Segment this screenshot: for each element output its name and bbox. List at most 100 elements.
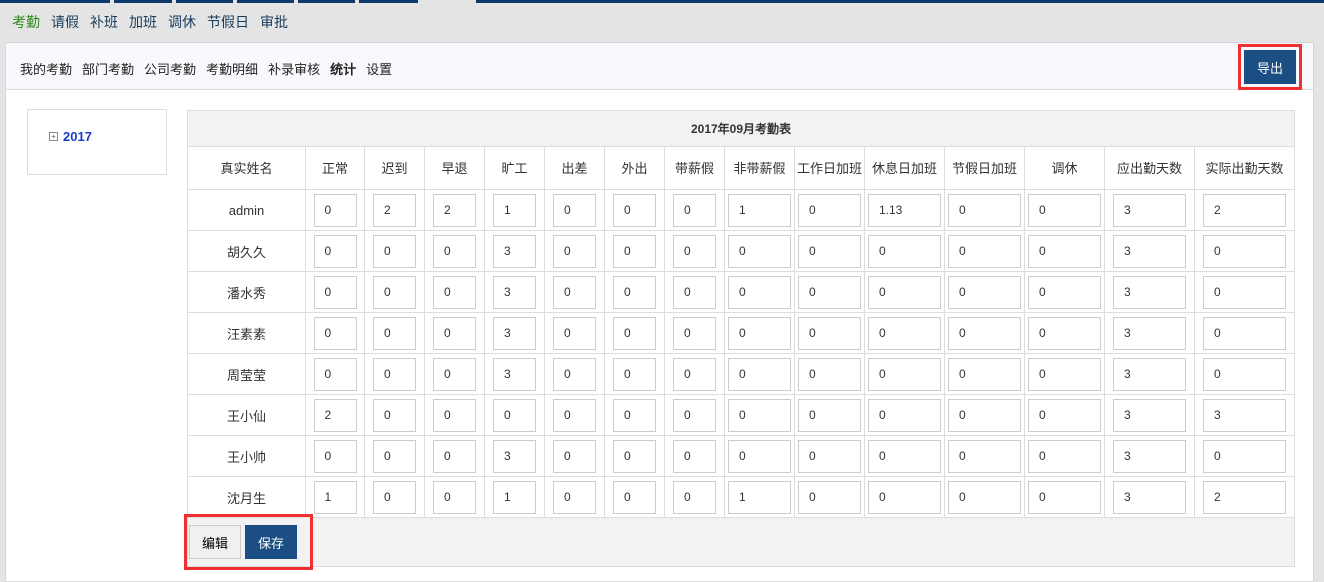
value-input[interactable]: 0 [373,357,416,391]
value-input[interactable]: 0 [1203,357,1286,391]
value-input[interactable]: 0 [433,275,476,309]
sub-nav-item-2[interactable]: 公司考勤 [144,59,196,78]
tree-node-2017[interactable]: + 2017 [49,129,92,144]
value-input[interactable]: 0 [613,480,656,514]
value-input[interactable]: 0 [798,480,861,514]
value-input[interactable]: 0 [948,193,1021,227]
value-input[interactable]: 3 [493,234,536,268]
value-input[interactable]: 0 [373,275,416,309]
value-input[interactable]: 0 [553,193,596,227]
value-input[interactable]: 0 [493,398,536,432]
value-input[interactable]: 1 [493,193,536,227]
value-input[interactable]: 0 [553,275,596,309]
value-input[interactable]: 0 [1028,357,1101,391]
value-input[interactable]: 0 [313,275,357,309]
value-input[interactable]: 0 [373,398,416,432]
value-input[interactable]: 0 [433,439,476,473]
value-input[interactable]: 0 [728,275,791,309]
top-nav-item-0[interactable]: 考勤 [12,12,40,32]
value-input[interactable]: 3 [493,439,536,473]
value-input[interactable]: 3 [1113,316,1186,350]
value-input[interactable]: 0 [1028,275,1101,309]
top-nav-item-4[interactable]: 调休 [168,12,196,32]
sub-nav-item-3[interactable]: 考勤明细 [206,59,258,78]
value-input[interactable]: 0 [1203,275,1286,309]
value-input[interactable]: 3 [1113,439,1186,473]
value-input[interactable]: 0 [553,234,596,268]
value-input[interactable]: 0 [948,439,1021,473]
value-input[interactable]: 0 [868,480,941,514]
value-input[interactable]: 0 [313,439,357,473]
value-input[interactable]: 0 [948,398,1021,432]
value-input[interactable]: 0 [868,357,941,391]
sub-nav-item-0[interactable]: 我的考勤 [20,59,72,78]
value-input[interactable]: 0 [613,439,656,473]
sub-nav-item-5[interactable]: 统计 [330,59,356,78]
value-input[interactable]: 0 [948,234,1021,268]
value-input[interactable]: 3 [1113,480,1186,514]
value-input[interactable]: 0 [433,316,476,350]
value-input[interactable]: 3 [1113,398,1186,432]
value-input[interactable]: 3 [493,357,536,391]
value-input[interactable]: 0 [798,316,861,350]
value-input[interactable]: 0 [728,439,791,473]
value-input[interactable]: 0 [728,316,791,350]
value-input[interactable]: 0 [553,357,596,391]
value-input[interactable]: 0 [673,275,716,309]
value-input[interactable]: 0 [553,439,596,473]
value-input[interactable]: 0 [613,316,656,350]
value-input[interactable]: 0 [1203,234,1286,268]
value-input[interactable]: 1 [493,480,536,514]
value-input[interactable]: 0 [1028,480,1101,514]
value-input[interactable]: 0 [373,480,416,514]
value-input[interactable]: 0 [553,398,596,432]
value-input[interactable]: 0 [373,439,416,473]
value-input[interactable]: 0 [798,357,861,391]
value-input[interactable]: 0 [868,275,941,309]
value-input[interactable]: 0 [673,439,716,473]
value-input[interactable]: 0 [728,357,791,391]
value-input[interactable]: 0 [798,234,861,268]
value-input[interactable]: 0 [673,398,716,432]
sub-nav-item-4[interactable]: 补录审核 [268,59,320,78]
value-input[interactable]: 0 [673,316,716,350]
value-input[interactable]: 1 [728,193,791,227]
sub-nav-item-6[interactable]: 设置 [366,59,392,78]
value-input[interactable]: 0 [728,398,791,432]
value-input[interactable]: 0 [868,398,941,432]
value-input[interactable]: 0 [868,439,941,473]
value-input[interactable]: 0 [433,398,476,432]
value-input[interactable]: 0 [433,480,476,514]
value-input[interactable]: 0 [798,275,861,309]
value-input[interactable]: 3 [1113,193,1186,227]
value-input[interactable]: 0 [728,234,791,268]
value-input[interactable]: 3 [493,316,536,350]
top-nav-item-3[interactable]: 加班 [129,12,157,32]
value-input[interactable]: 3 [1113,357,1186,391]
value-input[interactable]: 0 [1028,234,1101,268]
value-input[interactable]: 0 [373,316,416,350]
value-input[interactable]: 0 [313,234,357,268]
value-input[interactable]: 3 [1203,398,1286,432]
value-input[interactable]: 0 [613,275,656,309]
value-input[interactable]: 2 [373,193,416,227]
value-input[interactable]: 0 [613,234,656,268]
top-nav-item-5[interactable]: 节假日 [207,12,249,32]
value-input[interactable]: 0 [613,193,656,227]
save-button[interactable]: 保存 [245,525,297,559]
value-input[interactable]: 1 [313,480,357,514]
top-nav-item-6[interactable]: 审批 [260,12,288,32]
value-input[interactable]: 0 [798,398,861,432]
value-input[interactable]: 2 [1203,480,1286,514]
edit-button[interactable]: 编辑 [189,525,241,559]
value-input[interactable]: 1.13 [868,193,941,227]
value-input[interactable]: 0 [948,316,1021,350]
value-input[interactable]: 0 [553,480,596,514]
value-input[interactable]: 0 [868,316,941,350]
value-input[interactable]: 0 [798,193,861,227]
value-input[interactable]: 0 [553,316,596,350]
value-input[interactable]: 0 [673,480,716,514]
value-input[interactable]: 0 [948,275,1021,309]
value-input[interactable]: 2 [313,398,357,432]
value-input[interactable]: 0 [313,316,357,350]
